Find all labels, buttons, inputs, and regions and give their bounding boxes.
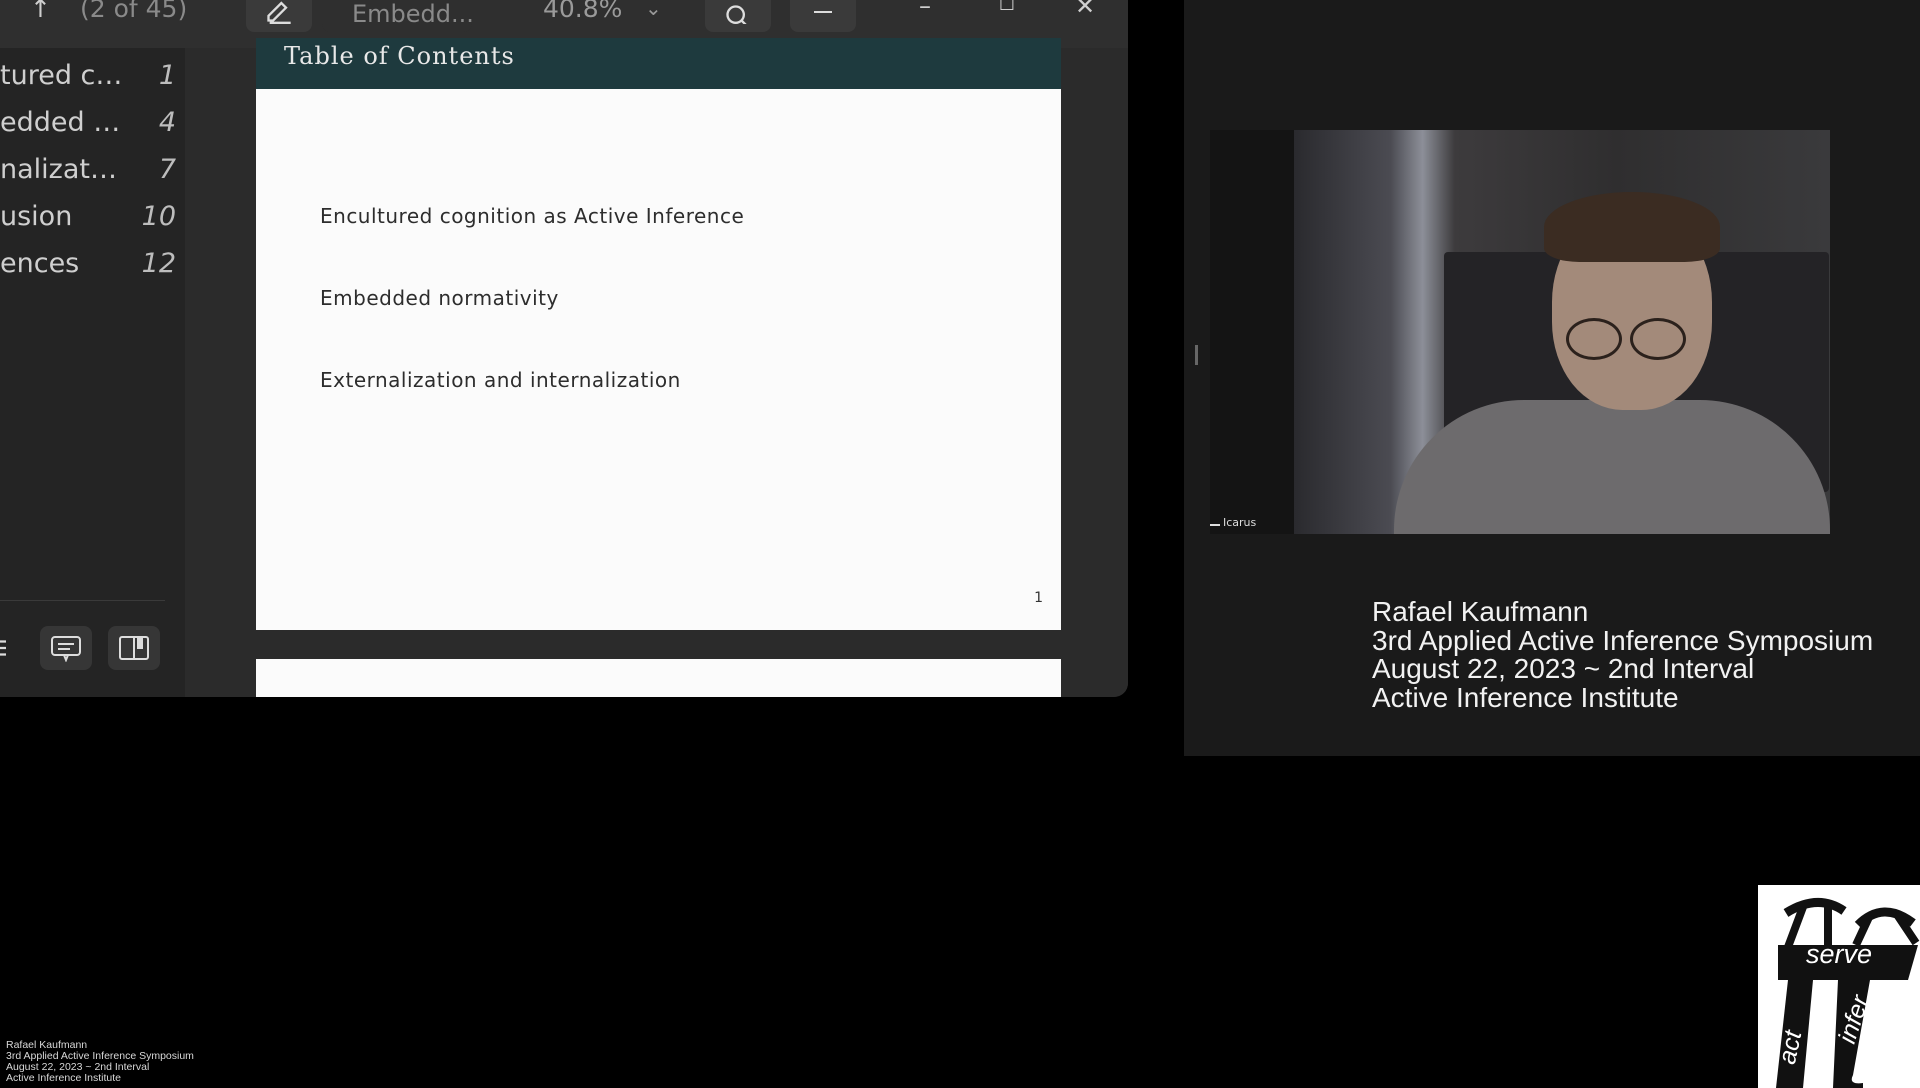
outline-item-label: ences [0,248,80,279]
organization-name: Active Inference Institute [6,1072,121,1084]
page-count: (2 of 45) [80,0,188,23]
outline-item-page: 4 [158,107,176,138]
outline-item[interactable]: ences 12 [0,244,180,284]
slide-title: Table of Contents [284,42,515,70]
outline-item-label: edded … [0,107,121,138]
outline-item[interactable]: tured c… 1 [0,56,180,96]
next-slide-page [256,659,1061,697]
slide-page: Encultured cognition as Active Inference… [256,89,1061,630]
close-icon[interactable]: ✕ [1070,0,1100,20]
book-icon [119,636,149,660]
event-name: 3rd Applied Active Inference Symposium [1372,624,1874,656]
slide-title-bar: Table of Contents [256,38,1061,90]
menu-button[interactable] [790,0,856,32]
speaker-caption: Rafael Kaufmann 3rd Applied Active Infer… [1372,596,1874,713]
outline-item-label: usion [0,201,73,232]
search-icon [726,5,747,24]
menu-icon [814,11,832,13]
logo-word-serve: serve [1806,939,1873,969]
document-title-button[interactable]: Embedd... [322,0,474,32]
outline-item-page: 10 [141,201,176,232]
search-button[interactable] [705,0,771,32]
person-shirt [1394,400,1830,534]
slide-page-number: 1 [1034,590,1043,606]
organization-name: Active Inference Institute [1372,681,1679,713]
speaker-name: Rafael Kaufmann [1372,596,1589,627]
outline-item[interactable]: nalizat… 7 [0,150,180,190]
maximize-icon[interactable]: ☐ [992,0,1022,15]
outline-item[interactable]: usion 10 [0,197,180,237]
bookmarks-button[interactable] [108,626,160,670]
sidebar-footer [0,600,165,697]
zoom-level[interactable]: 40.8% [543,0,622,23]
toc-entry[interactable]: Externalization and internalization [320,368,681,392]
outline-item-label: tured c… [0,60,123,91]
participant-name: Icarus [1223,516,1257,529]
outline-item-page: 12 [141,248,176,279]
video-frame [1294,130,1830,534]
institute-logo: serve act infer [1758,885,1920,1088]
pdf-viewer-window: ↑ (2 of 45) Embedd... 40.8% ⌄ – ☐ ✕ ture… [0,0,1128,697]
outline-item-page: 1 [158,60,176,91]
toc-entry[interactable]: Encultured cognition as Active Inference [320,204,744,228]
participant-label: Icarus [1210,515,1256,529]
document-title: Embedd... [352,0,474,28]
edit-button[interactable] [246,0,312,32]
signal-icon [1210,515,1220,526]
outline-item[interactable]: edded … 4 [0,103,180,143]
toc-entry[interactable]: Embedded normativity [320,286,559,310]
minimize-icon[interactable]: – [910,0,940,20]
page-up-icon[interactable]: ↑ [30,0,51,23]
chevron-down-icon[interactable]: ⌄ [645,0,662,20]
glasses-icon [1630,318,1686,360]
participant-video[interactable] [1210,130,1830,534]
person-hair [1544,192,1720,262]
resize-handle[interactable] [1195,345,1198,365]
list-icon [0,640,6,656]
event-date: August 22, 2023 ~ 2nd Interval [1372,653,1755,684]
outline-item-label: nalizat… [0,154,117,185]
comment-icon [51,636,81,662]
annotations-button[interactable] [40,626,92,670]
outline-item-page: 7 [158,154,176,185]
edit-icon [267,1,291,24]
speaker-caption-small: Rafael Kaufmann 3rd Applied Active Infer… [6,1040,194,1084]
glasses-icon [1566,318,1622,360]
list-view-button[interactable] [0,626,32,670]
